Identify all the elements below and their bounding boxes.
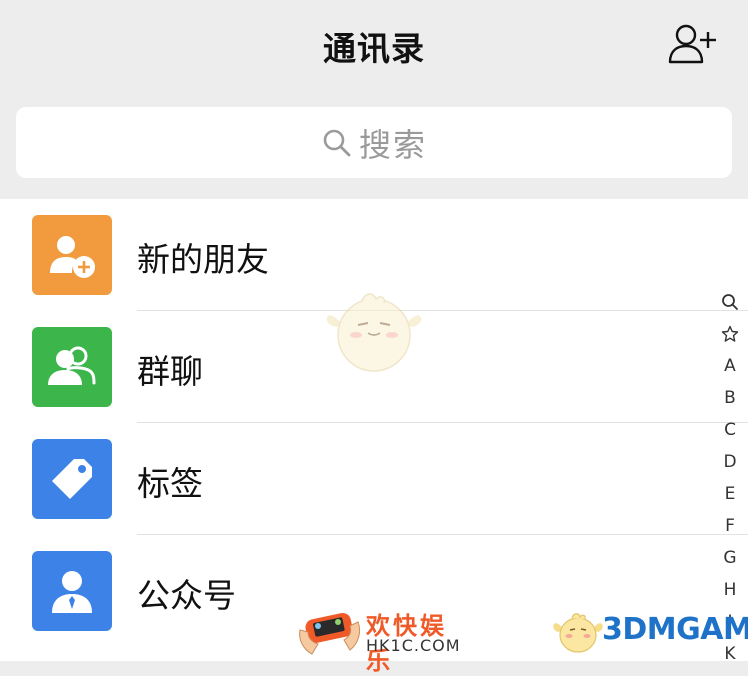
list-item-label: 新的朋友 — [137, 240, 269, 279]
official-account-icon — [52, 571, 92, 613]
list-item-tags[interactable]: 标签 — [0, 423, 748, 535]
index-letter[interactable]: D — [716, 446, 744, 478]
nav-header: 通讯录 — [0, 0, 748, 96]
index-letter[interactable]: H — [716, 574, 744, 606]
list-item-label: 公众号 — [137, 576, 236, 615]
index-letter[interactable]: G — [716, 542, 744, 574]
group-chat-tile — [32, 327, 112, 407]
page-title: 通讯录 — [323, 29, 425, 68]
add-friend-icon — [668, 24, 716, 64]
gamepad-hands-icon — [299, 612, 361, 655]
watermark-3dmgame: 3DMGAME — [552, 606, 748, 658]
contact-list: 新的朋友 群聊 标签 公众号 — [0, 199, 748, 661]
star-icon — [721, 325, 739, 342]
tag-icon — [52, 459, 92, 499]
watermark-text-url: HK1C.COM — [366, 636, 461, 655]
watermark-text-3dm: 3DMGAME — [602, 612, 748, 647]
list-item-label: 标签 — [137, 464, 203, 503]
search-input[interactable]: 搜索 — [16, 107, 732, 178]
index-letter[interactable]: A — [716, 350, 744, 382]
new-friend-icon — [50, 236, 95, 278]
watermark-hk1c: 欢快娱乐 HK1C.COM — [296, 600, 466, 675]
group-chat-icon — [48, 346, 96, 385]
index-letter[interactable]: E — [716, 478, 744, 510]
add-friend-button[interactable] — [664, 20, 720, 68]
index-letter[interactable]: C — [716, 414, 744, 446]
index-letter[interactable]: B — [716, 382, 744, 414]
search-placeholder: 搜索 — [358, 125, 427, 164]
official-account-tile — [32, 551, 112, 631]
search-icon — [323, 129, 351, 156]
new-friend-tile — [32, 215, 112, 295]
index-search[interactable] — [716, 286, 744, 318]
search-icon — [722, 294, 738, 310]
index-letter[interactable]: F — [716, 510, 744, 542]
watermark-mascot-icon — [326, 293, 422, 372]
index-star[interactable] — [716, 318, 744, 350]
list-item-label: 群聊 — [137, 352, 203, 391]
watermark-chick-icon — [553, 613, 603, 653]
tag-tile — [32, 439, 112, 519]
